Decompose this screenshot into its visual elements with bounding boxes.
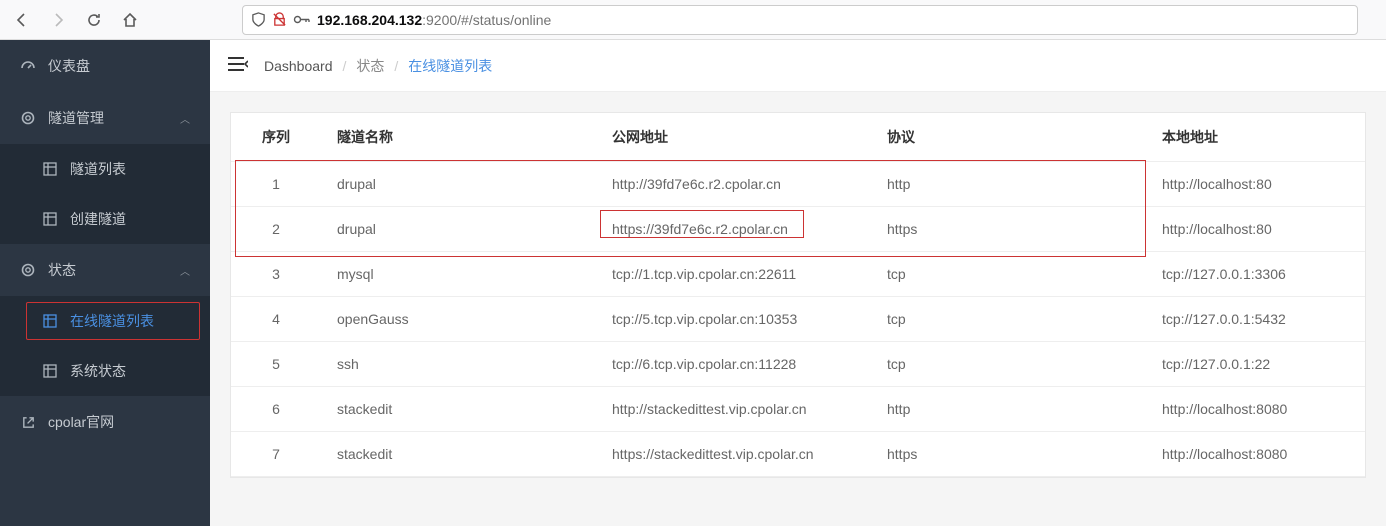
cell-public[interactable]: tcp://1.tcp.vip.cpolar.cn:22611 bbox=[596, 252, 871, 297]
circle-notch-icon bbox=[20, 110, 36, 126]
cell-local: tcp://127.0.0.1:5432 bbox=[1146, 297, 1365, 342]
cell-local: http://localhost:80 bbox=[1146, 162, 1365, 207]
cell-public[interactable]: tcp://5.tcp.vip.cpolar.cn:10353 bbox=[596, 297, 871, 342]
cell-public[interactable]: https://39fd7e6c.r2.cpolar.cn bbox=[596, 207, 871, 252]
table-row: 6stackedithttp://stackedittest.vip.cpola… bbox=[231, 387, 1365, 432]
sidebar-item-tunnel-list[interactable]: 隧道列表 bbox=[0, 144, 210, 194]
cell-seq: 4 bbox=[231, 297, 321, 342]
reload-button[interactable] bbox=[80, 6, 108, 34]
sidebar-item-label: 隧道管理 bbox=[48, 108, 104, 128]
home-button[interactable] bbox=[116, 6, 144, 34]
cell-proto: http bbox=[871, 387, 1146, 432]
cell-local: tcp://127.0.0.1:22 bbox=[1146, 342, 1365, 387]
tunnel-table: 序列 隧道名称 公网地址 协议 本地地址 1drupalhttp://39fd7… bbox=[230, 112, 1366, 478]
topbar: Dashboard / 状态 / 在线隧道列表 bbox=[210, 40, 1386, 92]
gauge-icon bbox=[20, 58, 36, 74]
url-icons bbox=[251, 12, 311, 27]
cell-local: http://localhost:8080 bbox=[1146, 387, 1365, 432]
sidebar-item-label: 状态 bbox=[48, 260, 76, 280]
breadcrumb-root[interactable]: Dashboard bbox=[264, 58, 333, 74]
key-icon bbox=[293, 14, 311, 25]
sidebar-item-tunnel-create[interactable]: 创建隧道 bbox=[0, 194, 210, 244]
cell-public[interactable]: https://stackedittest.vip.cpolar.cn bbox=[596, 432, 871, 477]
cell-name: drupal bbox=[321, 162, 596, 207]
cell-name: stackedit bbox=[321, 432, 596, 477]
sidebar-item-online-tunnels[interactable]: 在线隧道列表 bbox=[0, 296, 210, 346]
cell-proto: tcp bbox=[871, 342, 1146, 387]
chevron-up-icon: ︿ bbox=[180, 263, 190, 278]
chevron-up-icon: ︿ bbox=[180, 111, 190, 126]
cell-name: drupal bbox=[321, 207, 596, 252]
forward-button[interactable] bbox=[44, 6, 72, 34]
table-header-row: 序列 隧道名称 公网地址 协议 本地地址 bbox=[231, 113, 1365, 162]
breadcrumb-mid[interactable]: 状态 bbox=[356, 56, 384, 76]
cell-seq: 5 bbox=[231, 342, 321, 387]
menu-toggle-icon[interactable] bbox=[228, 56, 248, 75]
browser-toolbar: 192.168.204.132:9200/#/status/online bbox=[0, 0, 1386, 40]
url-host: 192.168.204.132 bbox=[317, 12, 422, 28]
table-row: 4openGausstcp://5.tcp.vip.cpolar.cn:1035… bbox=[231, 297, 1365, 342]
sidebar-item-cpolar-site[interactable]: cpolar官网 bbox=[0, 396, 210, 448]
cell-seq: 1 bbox=[231, 162, 321, 207]
col-seq-header: 序列 bbox=[231, 113, 321, 162]
cell-proto: http bbox=[871, 162, 1146, 207]
sidebar-item-label: 在线隧道列表 bbox=[70, 311, 154, 331]
cell-name: ssh bbox=[321, 342, 596, 387]
cell-local: tcp://127.0.0.1:3306 bbox=[1146, 252, 1365, 297]
sidebar-item-dashboard[interactable]: 仪表盘 bbox=[0, 40, 210, 92]
breadcrumb-sep: / bbox=[343, 58, 347, 74]
cell-public[interactable]: http://39fd7e6c.r2.cpolar.cn bbox=[596, 162, 871, 207]
cell-seq: 6 bbox=[231, 387, 321, 432]
col-proto-header: 协议 bbox=[871, 113, 1146, 162]
cell-local: http://localhost:8080 bbox=[1146, 432, 1365, 477]
back-button[interactable] bbox=[8, 6, 36, 34]
sidebar-item-status[interactable]: 状态 ︿ bbox=[0, 244, 210, 296]
table-row: 2drupalhttps://39fd7e6c.r2.cpolar.cnhttp… bbox=[231, 207, 1365, 252]
cell-seq: 2 bbox=[231, 207, 321, 252]
sidebar-item-label: 创建隧道 bbox=[70, 209, 126, 229]
url-bar[interactable]: 192.168.204.132:9200/#/status/online bbox=[242, 5, 1358, 35]
col-name-header: 隧道名称 bbox=[321, 113, 596, 162]
cell-public[interactable]: http://stackedittest.vip.cpolar.cn bbox=[596, 387, 871, 432]
table-row: 5sshtcp://6.tcp.vip.cpolar.cn:11228tcptc… bbox=[231, 342, 1365, 387]
cell-proto: https bbox=[871, 207, 1146, 252]
url-path: /#/status/online bbox=[457, 12, 551, 28]
content-area: Dashboard / 状态 / 在线隧道列表 序列 隧道名称 公网地址 协议 … bbox=[210, 40, 1386, 526]
col-local-header: 本地地址 bbox=[1146, 113, 1365, 162]
url-port: :9200 bbox=[422, 12, 457, 28]
cell-proto: tcp bbox=[871, 252, 1146, 297]
shield-icon bbox=[251, 12, 266, 27]
col-public-header: 公网地址 bbox=[596, 113, 871, 162]
lock-slash-icon bbox=[272, 12, 287, 27]
cell-local: http://localhost:80 bbox=[1146, 207, 1365, 252]
sidebar-item-tunnel-mgmt[interactable]: 隧道管理 ︿ bbox=[0, 92, 210, 144]
cell-name: openGauss bbox=[321, 297, 596, 342]
cell-seq: 3 bbox=[231, 252, 321, 297]
sidebar-item-label: cpolar官网 bbox=[48, 412, 114, 432]
cell-public[interactable]: tcp://6.tcp.vip.cpolar.cn:11228 bbox=[596, 342, 871, 387]
cell-name: stackedit bbox=[321, 387, 596, 432]
circle-notch-icon bbox=[20, 262, 36, 278]
url-text: 192.168.204.132:9200/#/status/online bbox=[317, 12, 1349, 28]
cell-proto: https bbox=[871, 432, 1146, 477]
breadcrumb-sep: / bbox=[394, 58, 398, 74]
table-icon bbox=[42, 161, 58, 177]
table-icon bbox=[42, 363, 58, 379]
sidebar-item-label: 隧道列表 bbox=[70, 159, 126, 179]
table-row: 1drupalhttp://39fd7e6c.r2.cpolar.cnhttph… bbox=[231, 162, 1365, 207]
cell-name: mysql bbox=[321, 252, 596, 297]
sidebar-item-system-status[interactable]: 系统状态 bbox=[0, 346, 210, 396]
table-row: 7stackedithttps://stackedittest.vip.cpol… bbox=[231, 432, 1365, 477]
external-link-icon bbox=[20, 414, 36, 430]
sidebar-item-label: 仪表盘 bbox=[48, 56, 90, 76]
breadcrumb-current: 在线隧道列表 bbox=[408, 56, 492, 76]
cell-proto: tcp bbox=[871, 297, 1146, 342]
sidebar-item-label: 系统状态 bbox=[70, 361, 126, 381]
sidebar: 仪表盘 隧道管理 ︿ 隧道列表 创建隧道 状态 ︿ 在线隧道列表 系统状态 bbox=[0, 40, 210, 526]
table-icon bbox=[42, 313, 58, 329]
table-row: 3mysqltcp://1.tcp.vip.cpolar.cn:22611tcp… bbox=[231, 252, 1365, 297]
cell-seq: 7 bbox=[231, 432, 321, 477]
breadcrumb: Dashboard / 状态 / 在线隧道列表 bbox=[264, 56, 492, 76]
table-icon bbox=[42, 211, 58, 227]
